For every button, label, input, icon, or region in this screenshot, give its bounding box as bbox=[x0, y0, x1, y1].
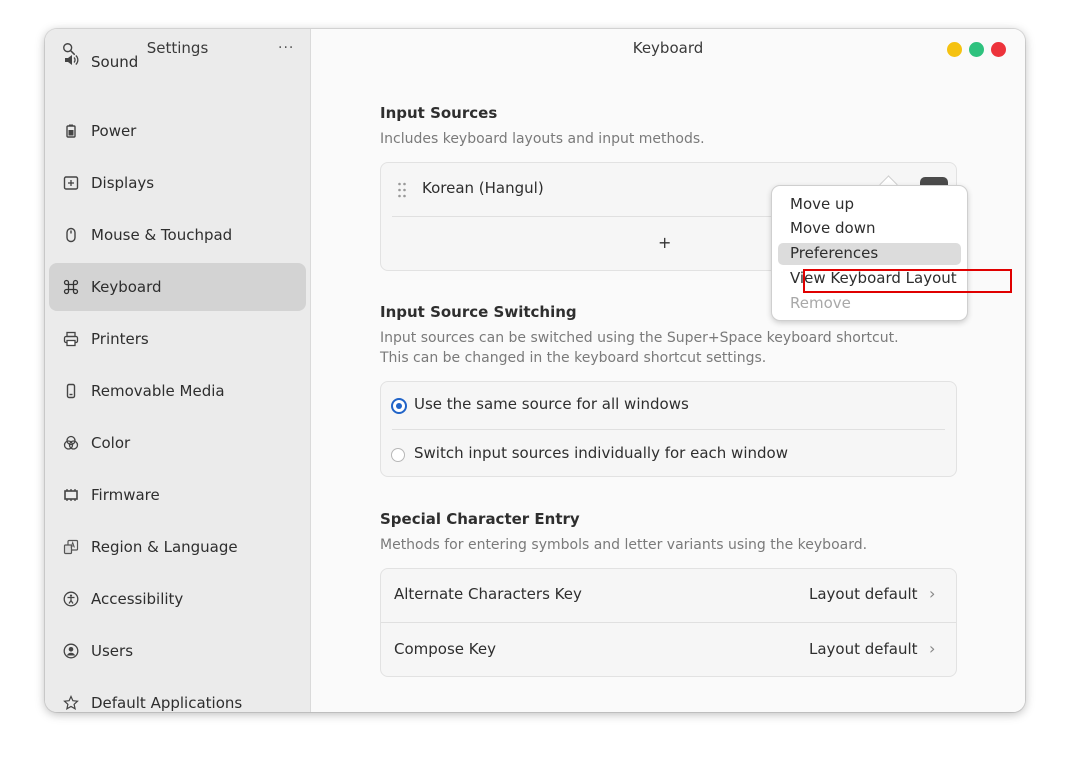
sidebar-item-firmware[interactable]: Firmware bbox=[49, 471, 306, 519]
option-individual-source-label[interactable]: Switch input sources individually for ea… bbox=[414, 444, 788, 462]
close-button[interactable] bbox=[991, 42, 1006, 57]
sidebar-item-label: Removable Media bbox=[91, 382, 225, 400]
minimize-button[interactable] bbox=[947, 42, 962, 57]
sidebar-item-label: Region & Language bbox=[91, 538, 238, 556]
star-icon bbox=[63, 695, 79, 710]
mouse-icon bbox=[66, 227, 76, 243]
chip-icon bbox=[64, 489, 78, 501]
add-input-source-button[interactable]: + bbox=[658, 233, 671, 252]
radio-individual-source[interactable] bbox=[391, 448, 405, 462]
menu-item-move-down[interactable]: Move down bbox=[790, 219, 875, 237]
sidebar-item-users[interactable]: Users bbox=[49, 627, 306, 675]
compose-key-label: Compose Key bbox=[394, 640, 496, 658]
sidebar-list-main: Power Displays Mouse & Touchpad Keyboard… bbox=[49, 107, 306, 712]
sidebar-item-accessibility[interactable]: Accessibility bbox=[49, 575, 306, 623]
compose-key-row[interactable]: Compose Key Layout default › bbox=[381, 623, 956, 676]
drag-handle-icon[interactable] bbox=[397, 182, 407, 198]
sidebar-item-keyboard[interactable]: Keyboard bbox=[49, 263, 306, 311]
display-icon bbox=[63, 176, 79, 190]
sidebar-item-default-applications[interactable]: Default Applications bbox=[49, 679, 306, 712]
sidebar-item-label: Displays bbox=[91, 174, 155, 192]
sidebar-item-label: Power bbox=[91, 122, 137, 140]
switching-title: Input Source Switching bbox=[380, 303, 577, 321]
menu-item-remove: Remove bbox=[790, 294, 851, 312]
sidebar-list: Sound bbox=[49, 51, 306, 103]
speaker-icon bbox=[65, 55, 79, 65]
language-icon bbox=[63, 539, 79, 555]
special-entry-title: Special Character Entry bbox=[380, 510, 580, 528]
input-sources-title: Input Sources bbox=[380, 104, 498, 122]
alternate-characters-value: Layout default bbox=[809, 585, 918, 603]
maximize-button[interactable] bbox=[969, 42, 984, 57]
sidebar-item-label: Default Applications bbox=[91, 694, 243, 712]
special-entry-card: Alternate Characters Key Layout default … bbox=[380, 568, 957, 677]
sidebar-item-sound[interactable]: Sound bbox=[49, 51, 306, 99]
settings-window: Settings ··· Sound Power Displays Mouse … bbox=[45, 29, 1025, 712]
sidebar-item-power[interactable]: Power bbox=[49, 107, 306, 155]
page-title: Keyboard bbox=[632, 39, 704, 57]
input-sources-subtitle: Includes keyboard layouts and input meth… bbox=[380, 131, 705, 147]
menu-item-preferences[interactable]: Preferences bbox=[790, 244, 878, 262]
sidebar-item-region-language[interactable]: Region & Language bbox=[49, 523, 306, 571]
alternate-characters-label: Alternate Characters Key bbox=[394, 585, 582, 603]
option-same-source-label[interactable]: Use the same source for all windows bbox=[414, 395, 689, 413]
sidebar-item-label: Keyboard bbox=[91, 278, 162, 296]
input-source-name: Korean (Hangul) bbox=[422, 179, 544, 197]
sidebar-item-label: Mouse & Touchpad bbox=[91, 226, 233, 244]
compose-key-value: Layout default bbox=[809, 640, 918, 658]
radio-same-source[interactable] bbox=[391, 398, 407, 414]
divider bbox=[392, 429, 945, 430]
sidebar-item-mouse-touchpad[interactable]: Mouse & Touchpad bbox=[49, 211, 306, 259]
input-source-popover-menu: Move up Move down Preferences View Keybo… bbox=[771, 185, 968, 321]
highlight-annotation-box bbox=[803, 269, 1012, 293]
sidebar-item-label: Users bbox=[91, 642, 134, 660]
battery-icon bbox=[66, 124, 76, 138]
sidebar-item-displays[interactable]: Displays bbox=[49, 159, 306, 207]
usb-icon bbox=[66, 383, 76, 399]
sidebar-item-printers[interactable]: Printers bbox=[49, 315, 306, 363]
alternate-characters-row[interactable]: Alternate Characters Key Layout default … bbox=[381, 569, 956, 622]
sidebar-item-label: Color bbox=[91, 434, 131, 452]
color-circles-icon bbox=[63, 435, 79, 450]
sidebar-item-color[interactable]: Color bbox=[49, 419, 306, 467]
sidebar-item-label: Accessibility bbox=[91, 590, 184, 608]
printer-icon bbox=[63, 331, 79, 347]
accessibility-icon bbox=[63, 591, 79, 607]
sidebar-item-label: Firmware bbox=[91, 486, 160, 504]
sidebar: Settings ··· Sound Power Displays Mouse … bbox=[45, 29, 311, 712]
chevron-right-icon: › bbox=[929, 639, 936, 658]
switching-subtitle-line2: This can be changed in the keyboard shor… bbox=[380, 350, 767, 366]
keyboard-panel: Keyboard Input Sources Includes keyboard… bbox=[311, 29, 1025, 712]
sidebar-item-label: Printers bbox=[91, 330, 149, 348]
menu-item-move-up[interactable]: Move up bbox=[790, 195, 854, 213]
sidebar-item-removable-media[interactable]: Removable Media bbox=[49, 367, 306, 415]
user-icon bbox=[63, 643, 79, 659]
switching-subtitle-line1: Input sources can be switched using the … bbox=[380, 330, 899, 346]
special-entry-subtitle: Methods for entering symbols and letter … bbox=[380, 537, 868, 553]
switching-card: Use the same source for all windows Swit… bbox=[380, 381, 957, 477]
sidebar-item-label: Sound bbox=[91, 53, 139, 71]
command-key-icon bbox=[63, 279, 79, 295]
chevron-right-icon: › bbox=[929, 584, 936, 603]
